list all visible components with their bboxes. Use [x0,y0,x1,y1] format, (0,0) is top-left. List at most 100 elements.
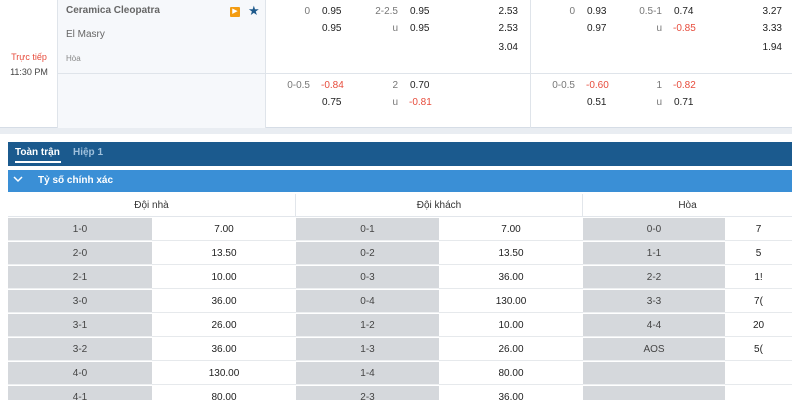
home-score-label: 1-0 [8,218,152,241]
ft-ou-u-label: u [392,23,398,34]
h1-hdp-line: 0 [569,6,575,17]
home-score-odds[interactable]: 36.00 [152,338,296,361]
ft-hdp-away-odds-2[interactable]: 0.75 [322,97,341,109]
home-score-label: 4-1 [8,386,152,400]
tab-full-match[interactable]: Toàn trận [15,147,60,158]
h1-hdp-away-odds[interactable]: 0.97 [587,23,606,35]
ft-1x2-away-odds[interactable]: 2.53 [480,23,518,35]
away-score-label: 1-4 [296,362,439,385]
match-time-column: Trực tiếp 11:30 PM [0,0,58,128]
tv-icon[interactable]: ▶ [230,7,240,17]
draw-score-odds[interactable]: 5( [725,338,792,361]
period-tabs: Toàn trận Hiệp 1 [8,142,792,166]
h1-ou-over-odds-2[interactable]: -0.82 [673,80,696,92]
draw-score-odds [725,362,792,385]
home-score-odds[interactable]: 80.00 [152,386,296,400]
h1-hdp-home-odds-2[interactable]: -0.60 [586,80,609,92]
home-score-odds[interactable]: 7.00 [152,218,296,241]
ft-hdp-line-2: 0-0.5 [287,80,310,91]
match-odds-row: Trực tiếp 11:30 PM Ceramica Cleopatra El… [0,0,792,128]
ft-hdp-home-odds[interactable]: 0.95 [322,6,341,18]
ft-ou-under-odds-2[interactable]: -0.81 [409,97,432,109]
tab-first-half[interactable]: Hiệp 1 [73,147,103,158]
draw-score-label: AOS [583,338,725,361]
h1-1x2-draw-odds[interactable]: 1.94 [744,42,782,54]
draw-score-odds[interactable]: 5 [725,242,792,265]
ft-1x2-home-odds[interactable]: 2.53 [480,6,518,18]
kickoff-time: 11:30 PM [10,67,48,77]
half-divider [530,0,531,128]
away-score-label: 0-4 [296,290,439,313]
draw-score-label: 2-2 [583,266,725,289]
ft-ou-u-label-2: u [392,97,398,108]
h1-ou-under-odds-2[interactable]: 0.71 [674,97,693,109]
h1-ou-over-odds[interactable]: 0.74 [674,6,693,18]
away-score-label: 1-3 [296,338,439,361]
team-divider [58,73,266,74]
away-score-odds[interactable]: 130.00 [439,290,583,313]
star-icon[interactable]: ★ [248,4,260,18]
away-score-odds[interactable]: 36.00 [439,386,583,400]
away-score-odds[interactable]: 10.00 [439,314,583,337]
h1-hdp-away-odds-2[interactable]: 0.51 [587,97,606,109]
ft-1x2-draw-odds[interactable]: 3.04 [480,42,518,54]
away-score-label: 1-2 [296,314,439,337]
home-score-label: 3-2 [8,338,152,361]
live-status: Trực tiếp [11,52,47,62]
draw-score-label [583,386,725,400]
draw-score-label: 3-3 [583,290,725,313]
home-score-label: 3-1 [8,314,152,337]
column-header-home: Đội nhà [8,194,296,217]
draw-score-label: 4-4 [583,314,725,337]
home-score-odds[interactable]: 36.00 [152,290,296,313]
ft-hdp-home-odds-2[interactable]: -0.84 [321,80,344,92]
home-score-odds[interactable]: 130.00 [152,362,296,385]
section-header[interactable]: Tỷ số chính xác [8,170,792,192]
away-score-odds[interactable]: 80.00 [439,362,583,385]
row-divider [266,73,792,74]
draw-score-odds [725,386,792,400]
home-score-odds[interactable]: 10.00 [152,266,296,289]
away-score-odds[interactable]: 13.50 [439,242,583,265]
h1-ou-u-label-2: u [656,97,662,108]
ft-ou-over-odds-2[interactable]: 0.70 [410,80,429,92]
ft-ou-under-odds[interactable]: 0.95 [410,23,429,35]
away-score-odds[interactable]: 7.00 [439,218,583,241]
home-score-label: 4-0 [8,362,152,385]
h1-1x2-home-odds[interactable]: 3.27 [744,6,782,18]
chevron-down-icon[interactable] [12,173,24,188]
h1-hdp-line-2: 0-0.5 [552,80,575,91]
column-header-draw: Hòa [583,194,792,217]
home-score-label: 3-0 [8,290,152,313]
draw-score-odds[interactable]: 1! [725,266,792,289]
teams-column: Ceramica Cleopatra El Masry Hòa ▶ ★ [58,0,266,128]
ft-hdp-away-odds[interactable]: 0.95 [322,23,341,35]
ft-ou-line: 2-2.5 [375,6,398,17]
ft-ou-over-odds[interactable]: 0.95 [410,6,429,18]
away-score-label: 0-3 [296,266,439,289]
home-team-name[interactable]: Ceramica Cleopatra [66,5,160,16]
h1-hdp-home-odds[interactable]: 0.93 [587,6,606,18]
h1-ou-u-label: u [656,23,662,34]
home-score-odds[interactable]: 26.00 [152,314,296,337]
column-header-away: Đội khách [296,194,583,217]
draw-label: Hòa [66,54,81,63]
draw-score-odds[interactable]: 20 [725,314,792,337]
away-score-odds[interactable]: 36.00 [439,266,583,289]
away-score-label: 0-1 [296,218,439,241]
away-score-label: 2-3 [296,386,439,400]
section-title: Tỷ số chính xác [38,175,114,186]
draw-score-label: 0-0 [583,218,725,241]
away-score-odds[interactable]: 26.00 [439,338,583,361]
correct-score-panel: Toàn trận Hiệp 1 Tỷ số chính xác Đội nhà… [0,134,792,400]
draw-score-odds[interactable]: 7( [725,290,792,313]
away-score-label: 0-2 [296,242,439,265]
active-tab-indicator [15,161,61,163]
away-team-name[interactable]: El Masry [66,29,105,40]
h1-ou-line: 0.5-1 [639,6,662,17]
home-score-odds[interactable]: 13.50 [152,242,296,265]
h1-ou-line-2: 1 [656,80,662,91]
draw-score-odds[interactable]: 7 [725,218,792,241]
h1-1x2-away-odds[interactable]: 3.33 [744,23,782,35]
h1-ou-under-odds[interactable]: -0.85 [673,23,696,35]
